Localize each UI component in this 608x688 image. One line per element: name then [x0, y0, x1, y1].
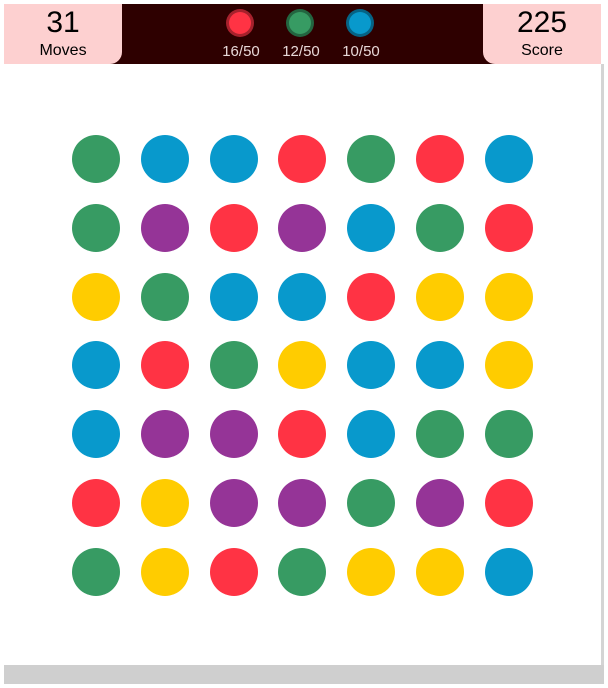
- dot-yellow[interactable]: [416, 273, 464, 321]
- dot-purple[interactable]: [141, 204, 189, 252]
- dot-yellow[interactable]: [347, 548, 395, 596]
- dot-purple[interactable]: [416, 479, 464, 527]
- board-right-border: [601, 64, 604, 666]
- dot-green[interactable]: [347, 135, 395, 183]
- dot-yellow[interactable]: [141, 479, 189, 527]
- game-screen: 31 Moves 16/50 12/50 10/50 225 Score: [0, 0, 608, 688]
- dot-yellow[interactable]: [278, 341, 326, 389]
- dot-green[interactable]: [72, 548, 120, 596]
- dot-purple[interactable]: [210, 479, 258, 527]
- dot-blue[interactable]: [485, 548, 533, 596]
- dot-red[interactable]: [485, 479, 533, 527]
- dot-blue[interactable]: [72, 341, 120, 389]
- dot-blue[interactable]: [210, 273, 258, 321]
- dot-blue[interactable]: [278, 273, 326, 321]
- dot-red[interactable]: [141, 341, 189, 389]
- dot-yellow[interactable]: [485, 273, 533, 321]
- dot-green[interactable]: [278, 548, 326, 596]
- bottom-bar: [4, 665, 604, 684]
- dot-purple[interactable]: [278, 204, 326, 252]
- dot-red[interactable]: [72, 479, 120, 527]
- dot-purple[interactable]: [278, 479, 326, 527]
- dot-purple[interactable]: [210, 410, 258, 458]
- dot-blue[interactable]: [485, 135, 533, 183]
- dot-green[interactable]: [72, 204, 120, 252]
- dot-red[interactable]: [210, 548, 258, 596]
- dot-green[interactable]: [416, 410, 464, 458]
- dot-red[interactable]: [278, 135, 326, 183]
- dot-blue[interactable]: [416, 341, 464, 389]
- dot-yellow[interactable]: [141, 548, 189, 596]
- dot-blue[interactable]: [347, 204, 395, 252]
- dot-red[interactable]: [210, 204, 258, 252]
- dot-yellow[interactable]: [416, 548, 464, 596]
- dot-red[interactable]: [485, 204, 533, 252]
- dot-purple[interactable]: [141, 410, 189, 458]
- dot-red[interactable]: [347, 273, 395, 321]
- dot-red[interactable]: [278, 410, 326, 458]
- dot-green[interactable]: [141, 273, 189, 321]
- dot-blue[interactable]: [141, 135, 189, 183]
- dot-yellow[interactable]: [485, 341, 533, 389]
- dot-green[interactable]: [72, 135, 120, 183]
- dot-blue[interactable]: [347, 341, 395, 389]
- dot-red[interactable]: [416, 135, 464, 183]
- dot-yellow[interactable]: [72, 273, 120, 321]
- dot-blue[interactable]: [72, 410, 120, 458]
- dot-green[interactable]: [416, 204, 464, 252]
- dot-blue[interactable]: [347, 410, 395, 458]
- dot-green[interactable]: [347, 479, 395, 527]
- game-board: [0, 0, 608, 688]
- dot-green[interactable]: [485, 410, 533, 458]
- dot-green[interactable]: [210, 341, 258, 389]
- dot-blue[interactable]: [210, 135, 258, 183]
